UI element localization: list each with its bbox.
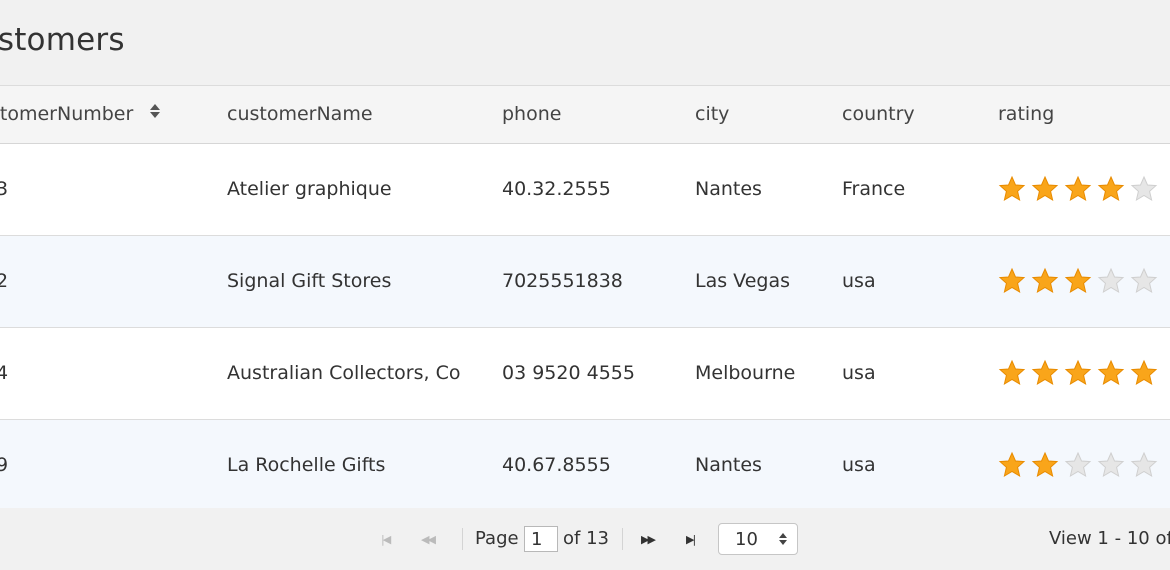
star-filled-icon[interactable] — [998, 175, 1026, 203]
star-filled-icon[interactable] — [1031, 359, 1059, 387]
cell-customer-name: La Rochelle Gifts — [227, 454, 386, 476]
star-filled-icon[interactable] — [1031, 451, 1059, 479]
star-filled-icon[interactable] — [1031, 175, 1059, 203]
cell-customer-number: 9 — [0, 454, 9, 476]
star-empty-icon[interactable] — [1130, 451, 1158, 479]
cell-city: Nantes — [695, 178, 762, 200]
cell-city: Melbourne — [695, 362, 796, 384]
pager-divider — [462, 528, 463, 550]
column-header-rating[interactable]: rating — [998, 103, 1054, 125]
star-filled-icon[interactable] — [1064, 175, 1092, 203]
cell-country: usa — [842, 270, 876, 292]
page-size-select[interactable]: 10 — [718, 523, 798, 555]
star-empty-icon[interactable] — [1097, 267, 1125, 295]
select-arrows-icon — [778, 531, 788, 551]
star-filled-icon[interactable] — [1097, 175, 1125, 203]
cell-phone: 7025551838 — [502, 270, 623, 292]
cell-phone: 40.67.8555 — [502, 454, 611, 476]
rating-stars[interactable] — [998, 267, 1163, 295]
star-filled-icon[interactable] — [1031, 267, 1059, 295]
cell-country: usa — [842, 454, 876, 476]
column-header-customer-name[interactable]: customerName — [227, 103, 373, 125]
table-row[interactable]: 4 Australian Collectors, Co 03 9520 4555 Me… — [0, 328, 1170, 420]
column-header-phone[interactable]: phone — [502, 103, 561, 125]
grid-title: ustomers — [0, 22, 125, 58]
table-header: stomerNumber customerName phone city cou… — [0, 86, 1170, 144]
rating-stars[interactable] — [998, 175, 1163, 203]
rating-stars[interactable] — [998, 451, 1163, 479]
page-total-label: of 13 — [563, 528, 609, 549]
cell-customer-number: 2 — [0, 270, 9, 292]
last-page-icon[interactable]: ▶| — [686, 533, 696, 546]
cell-customer-number: 3 — [0, 178, 9, 200]
page-number-input[interactable] — [524, 526, 558, 552]
view-records-text: View 1 - 10 of — [1049, 528, 1170, 549]
cell-city: Las Vegas — [695, 270, 790, 292]
next-page-icon[interactable]: ▶▶ — [641, 533, 656, 546]
column-header-city[interactable]: city — [695, 103, 729, 125]
star-filled-icon[interactable] — [1064, 359, 1092, 387]
star-empty-icon[interactable] — [1097, 451, 1125, 479]
pager-divider — [622, 528, 623, 550]
first-page-icon[interactable]: |◀ — [381, 533, 391, 546]
prev-page-icon[interactable]: ◀◀ — [421, 533, 436, 546]
star-empty-icon[interactable] — [1130, 267, 1158, 295]
cell-customer-name: Atelier graphique — [227, 178, 392, 200]
sort-both-icon[interactable] — [149, 102, 161, 124]
rating-stars[interactable] — [998, 359, 1163, 387]
table-row[interactable]: 9 La Rochelle Gifts 40.67.8555 Nantes usa — [0, 420, 1170, 512]
cell-customer-name: Signal Gift Stores — [227, 270, 392, 292]
page-label: Page — [475, 528, 519, 549]
cell-customer-name: Australian Collectors, Co — [227, 362, 461, 384]
star-empty-icon[interactable] — [1130, 175, 1158, 203]
star-filled-icon[interactable] — [1097, 359, 1125, 387]
star-filled-icon[interactable] — [998, 451, 1026, 479]
column-header-country[interactable]: country — [842, 103, 915, 125]
cell-country: France — [842, 178, 906, 200]
grid-caption-bar: ustomers — [0, 0, 1170, 86]
cell-phone: 03 9520 4555 — [502, 362, 635, 384]
star-filled-icon[interactable] — [998, 359, 1026, 387]
star-empty-icon[interactable] — [1064, 451, 1092, 479]
table-row[interactable]: 2 Signal Gift Stores 7025551838 Las Vegas us… — [0, 236, 1170, 328]
table-row[interactable]: 3 Atelier graphique 40.32.2555 Nantes France — [0, 144, 1170, 236]
star-filled-icon[interactable] — [1064, 267, 1092, 295]
column-header-customer-number[interactable]: stomerNumber — [0, 103, 161, 126]
cell-city: Nantes — [695, 454, 762, 476]
star-filled-icon[interactable] — [998, 267, 1026, 295]
cell-customer-number: 4 — [0, 362, 9, 384]
pager-bar: |◀ ◀◀ Page of 13 ▶▶ ▶| 10 View 1 - 10 of — [0, 508, 1170, 570]
page-size-value: 10 — [735, 529, 758, 550]
cell-country: usa — [842, 362, 876, 384]
star-filled-icon[interactable] — [1130, 359, 1158, 387]
column-header-label: stomerNumber — [0, 103, 134, 125]
cell-phone: 40.32.2555 — [502, 178, 611, 200]
